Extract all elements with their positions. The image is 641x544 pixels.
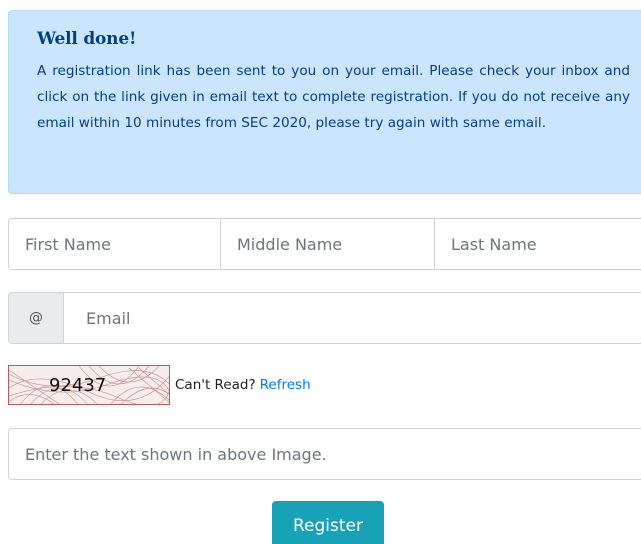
email-input[interactable]: Email (63, 292, 641, 344)
alert-title: Well done! (37, 29, 137, 49)
captcha-row: 92437 Can't Read? Refresh (8, 364, 311, 406)
last-name-input[interactable]: Last Name (434, 218, 641, 270)
name-fields-row: First Name Middle Name Last Name (8, 218, 641, 270)
refresh-captcha-link[interactable]: Refresh (260, 377, 311, 393)
register-button[interactable]: Register (272, 501, 384, 544)
alert-message: A registration link has been sent to you… (37, 63, 630, 131)
registration-page: Well done! A registration link has been … (0, 0, 641, 544)
captcha-image: 92437 (8, 365, 170, 405)
success-alert: Well done! A registration link has been … (8, 10, 641, 194)
cant-read-label: Can't Read? (175, 377, 256, 393)
first-name-input[interactable]: First Name (8, 218, 221, 270)
middle-name-input[interactable]: Middle Name (220, 218, 435, 270)
captcha-code: 92437 (49, 375, 107, 396)
email-input-group: @ Email (8, 292, 641, 344)
captcha-text-input[interactable]: Enter the text shown in above Image. (8, 428, 641, 480)
at-sign-icon: @ (8, 292, 64, 344)
